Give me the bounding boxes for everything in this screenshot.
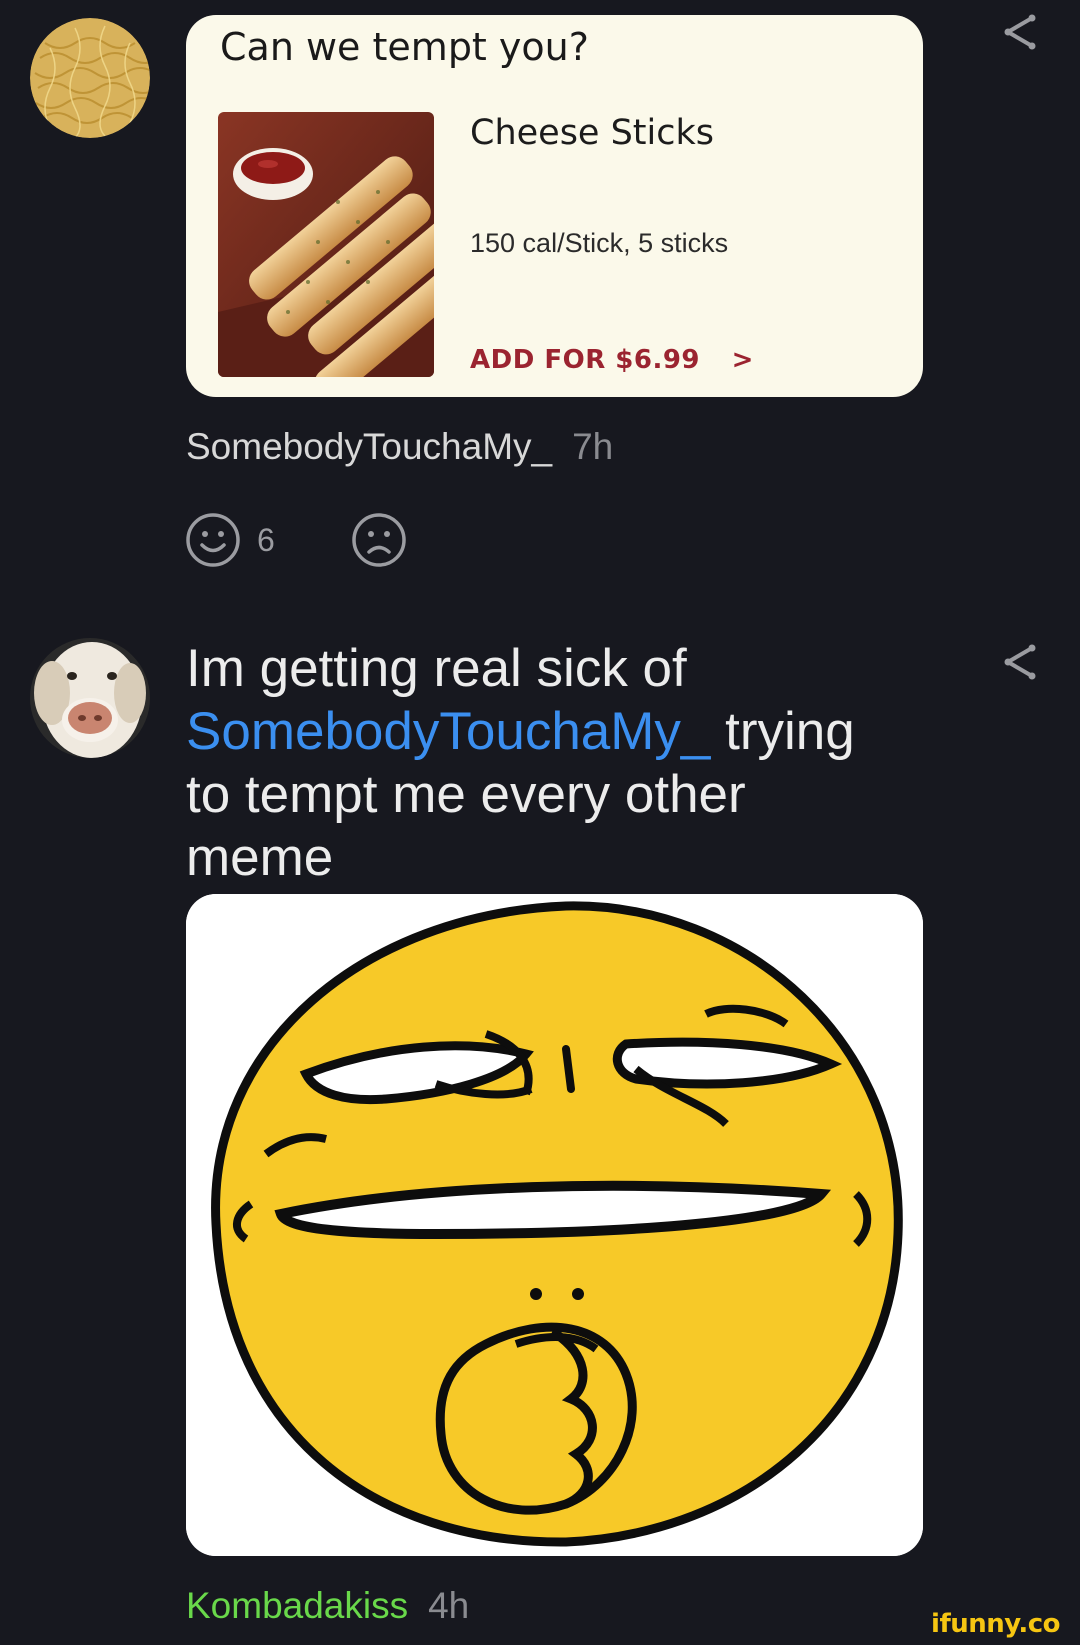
user-avatar-noodles[interactable] — [30, 18, 150, 138]
cheese-sticks-photo — [218, 112, 434, 377]
user-avatar-dog[interactable] — [30, 638, 150, 758]
post-username[interactable]: SomebodyTouchaMy_ — [186, 426, 552, 467]
add-button-label: ADD FOR $6.99 — [470, 345, 701, 375]
share-icon[interactable] — [1000, 642, 1040, 682]
add-to-order-button[interactable]: ADD FOR $6.99 > — [470, 345, 754, 375]
user-mention-link[interactable]: SomebodyTouchaMy_ — [186, 702, 710, 761]
product-name: Cheese Sticks — [470, 113, 714, 153]
chevron-right-icon: > — [731, 345, 754, 375]
comment-username[interactable]: Kombadakiss — [186, 1585, 408, 1626]
comment-time: 4h — [428, 1585, 470, 1626]
comment-meta: Kombadakiss 4h — [186, 1585, 469, 1627]
smile-icon[interactable] — [185, 512, 241, 572]
comment-text-before: Im getting real sick of — [186, 639, 687, 698]
card-title: Can we tempt you? — [220, 25, 589, 69]
comment-text: Im getting real sick of SomebodyTouchaMy… — [186, 637, 906, 889]
share-icon[interactable] — [1000, 12, 1040, 52]
smile-count: 6 — [257, 522, 275, 558]
frown-icon[interactable] — [351, 512, 407, 572]
post-time: 7h — [572, 426, 614, 467]
promo-card: Can we tempt you? Cheese Sticks 150 cal/… — [186, 15, 923, 397]
post-meta: SomebodyTouchaMy_ 7h — [186, 426, 613, 468]
watermark: ifunny.co — [931, 1609, 1060, 1639]
product-info: 150 cal/Stick, 5 sticks — [470, 228, 729, 258]
comment-meme-image[interactable] — [186, 894, 923, 1556]
